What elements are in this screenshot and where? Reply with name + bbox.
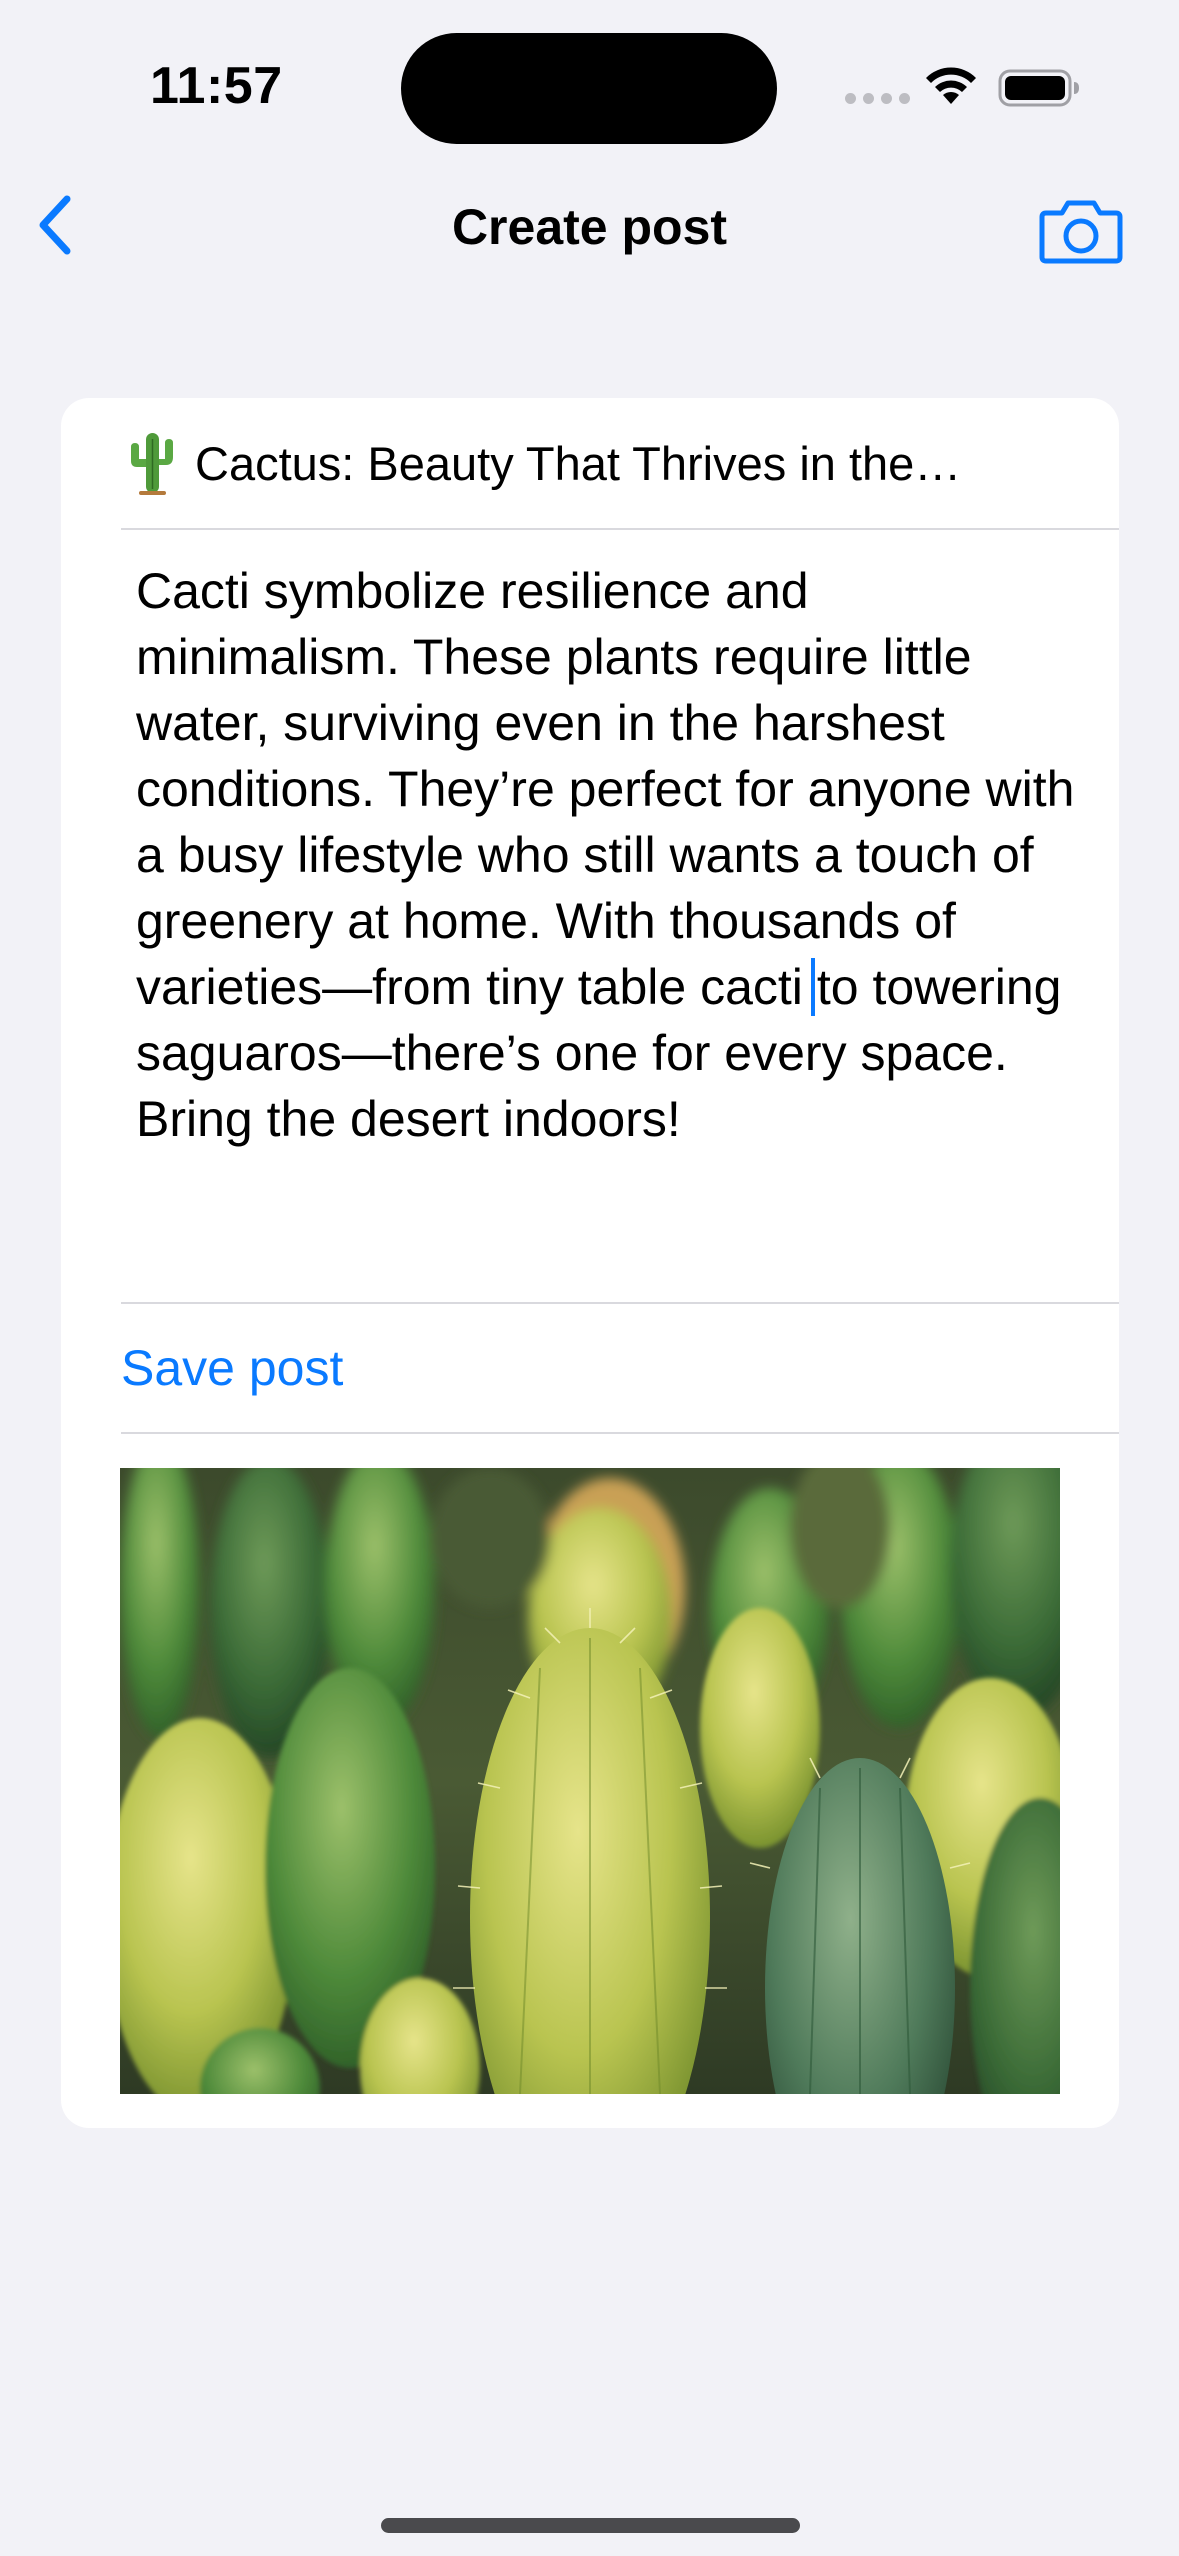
text-cursor: [810, 958, 815, 1016]
battery-icon: [998, 69, 1079, 107]
camera-icon[interactable]: [1038, 195, 1124, 265]
cellular-signal-icon: [845, 93, 910, 104]
post-title-field[interactable]: Cactus: Beauty That Thrives in the…: [121, 398, 1119, 530]
create-post-screen: 11:57 Create post Cactus: Beauty That Th…: [0, 0, 1179, 2556]
cactus-photo: [120, 1468, 1060, 2094]
post-body-textarea[interactable]: Cacti symbolize resilience and minimalis…: [136, 558, 1076, 1152]
status-time: 11:57: [150, 57, 283, 115]
save-post-label: Save post: [121, 1340, 344, 1396]
page-title: Create post: [451, 199, 728, 255]
post-title-text: Cactus: Beauty That Thrives in the…: [195, 436, 962, 490]
home-indicator[interactable]: [381, 2518, 800, 2533]
dynamic-island: [401, 33, 777, 144]
post-editor-card: Cactus: Beauty That Thrives in the… Cact…: [61, 398, 1119, 2128]
save-post-button[interactable]: Save post: [121, 1302, 1119, 1434]
post-body-text-before-cursor: Cacti symbolize resilience and minimalis…: [136, 563, 1075, 1015]
wifi-icon: [926, 67, 976, 104]
cactus-emoji-icon: [131, 433, 173, 495]
